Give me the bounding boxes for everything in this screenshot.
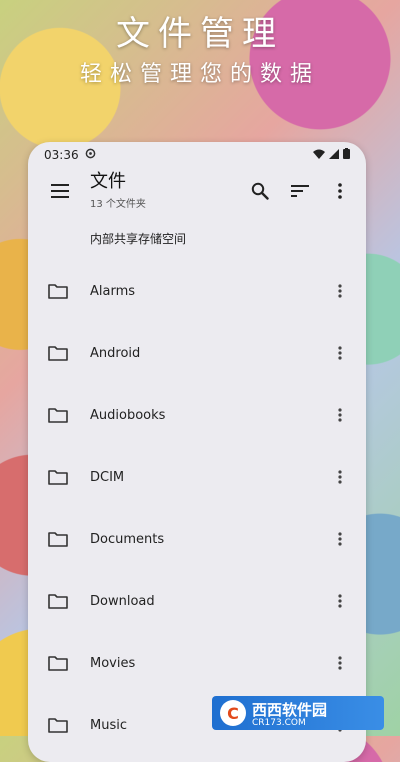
- more-vert-icon[interactable]: [330, 341, 350, 365]
- menu-icon[interactable]: [44, 175, 76, 207]
- list-item[interactable]: Android: [28, 322, 366, 384]
- folder-name: Android: [90, 345, 141, 361]
- more-vert-icon[interactable]: [330, 589, 350, 613]
- sync-icon: [85, 148, 96, 162]
- signal-icon: [329, 148, 339, 162]
- watermark-logo: C 西西软件园 CR173.COM: [212, 696, 384, 730]
- list-item[interactable]: Alarms: [28, 260, 366, 322]
- more-vert-icon[interactable]: [330, 403, 350, 427]
- brand-logo-icon: C: [220, 700, 246, 726]
- breadcrumb[interactable]: 内部共享存储空间: [90, 230, 366, 248]
- list-item[interactable]: DCIM: [28, 446, 366, 508]
- folder-icon: [48, 593, 68, 609]
- more-vert-icon[interactable]: [330, 279, 350, 303]
- battery-icon: [343, 148, 350, 162]
- folder-name: DCIM: [90, 469, 125, 485]
- more-vert-icon[interactable]: [330, 651, 350, 675]
- status-time: 03:36: [44, 148, 79, 162]
- folder-name: Download: [90, 593, 155, 609]
- folder-name: Audiobooks: [90, 407, 166, 423]
- folder-count: 13 个文件夹: [90, 199, 146, 210]
- folder-icon: [48, 469, 68, 485]
- folder-list: Alarms Android Audiobooks DCIM Documents…: [28, 260, 366, 756]
- search-icon[interactable]: [244, 175, 276, 207]
- folder-icon: [48, 283, 68, 299]
- list-item[interactable]: Documents: [28, 508, 366, 570]
- folder-icon: [48, 531, 68, 547]
- folder-icon: [48, 655, 68, 671]
- folder-icon: [48, 407, 68, 423]
- more-vert-icon[interactable]: [324, 175, 356, 207]
- promo-banner-title: 文件管理: [116, 14, 284, 54]
- more-vert-icon[interactable]: [330, 465, 350, 489]
- folder-icon: [48, 345, 68, 361]
- more-vert-icon[interactable]: [330, 527, 350, 551]
- folder-name: Alarms: [90, 283, 136, 299]
- page-title: 文件: [90, 171, 126, 192]
- folder-name: Documents: [90, 531, 165, 547]
- list-item[interactable]: Download: [28, 570, 366, 632]
- status-bar: 03:36: [28, 142, 366, 168]
- list-item[interactable]: Audiobooks: [28, 384, 366, 446]
- list-item[interactable]: Movies: [28, 632, 366, 694]
- watermark-brand: 西西软件园: [252, 700, 328, 719]
- folder-icon: [48, 717, 68, 733]
- toolbar-title-block: 文件 13 个文件夹: [90, 171, 244, 211]
- sort-icon[interactable]: [284, 175, 316, 207]
- watermark-site: CR173.COM: [252, 717, 306, 728]
- promo-banner-subtitle: 轻松管理您的数据: [79, 62, 320, 87]
- app-toolbar: 文件 13 个文件夹: [28, 168, 366, 214]
- phone-screen: 03:36 文件 13 个文件夹 内部共享存储空间 Alarms Android…: [28, 142, 366, 762]
- wifi-icon: [313, 149, 325, 162]
- folder-name: Movies: [90, 655, 136, 671]
